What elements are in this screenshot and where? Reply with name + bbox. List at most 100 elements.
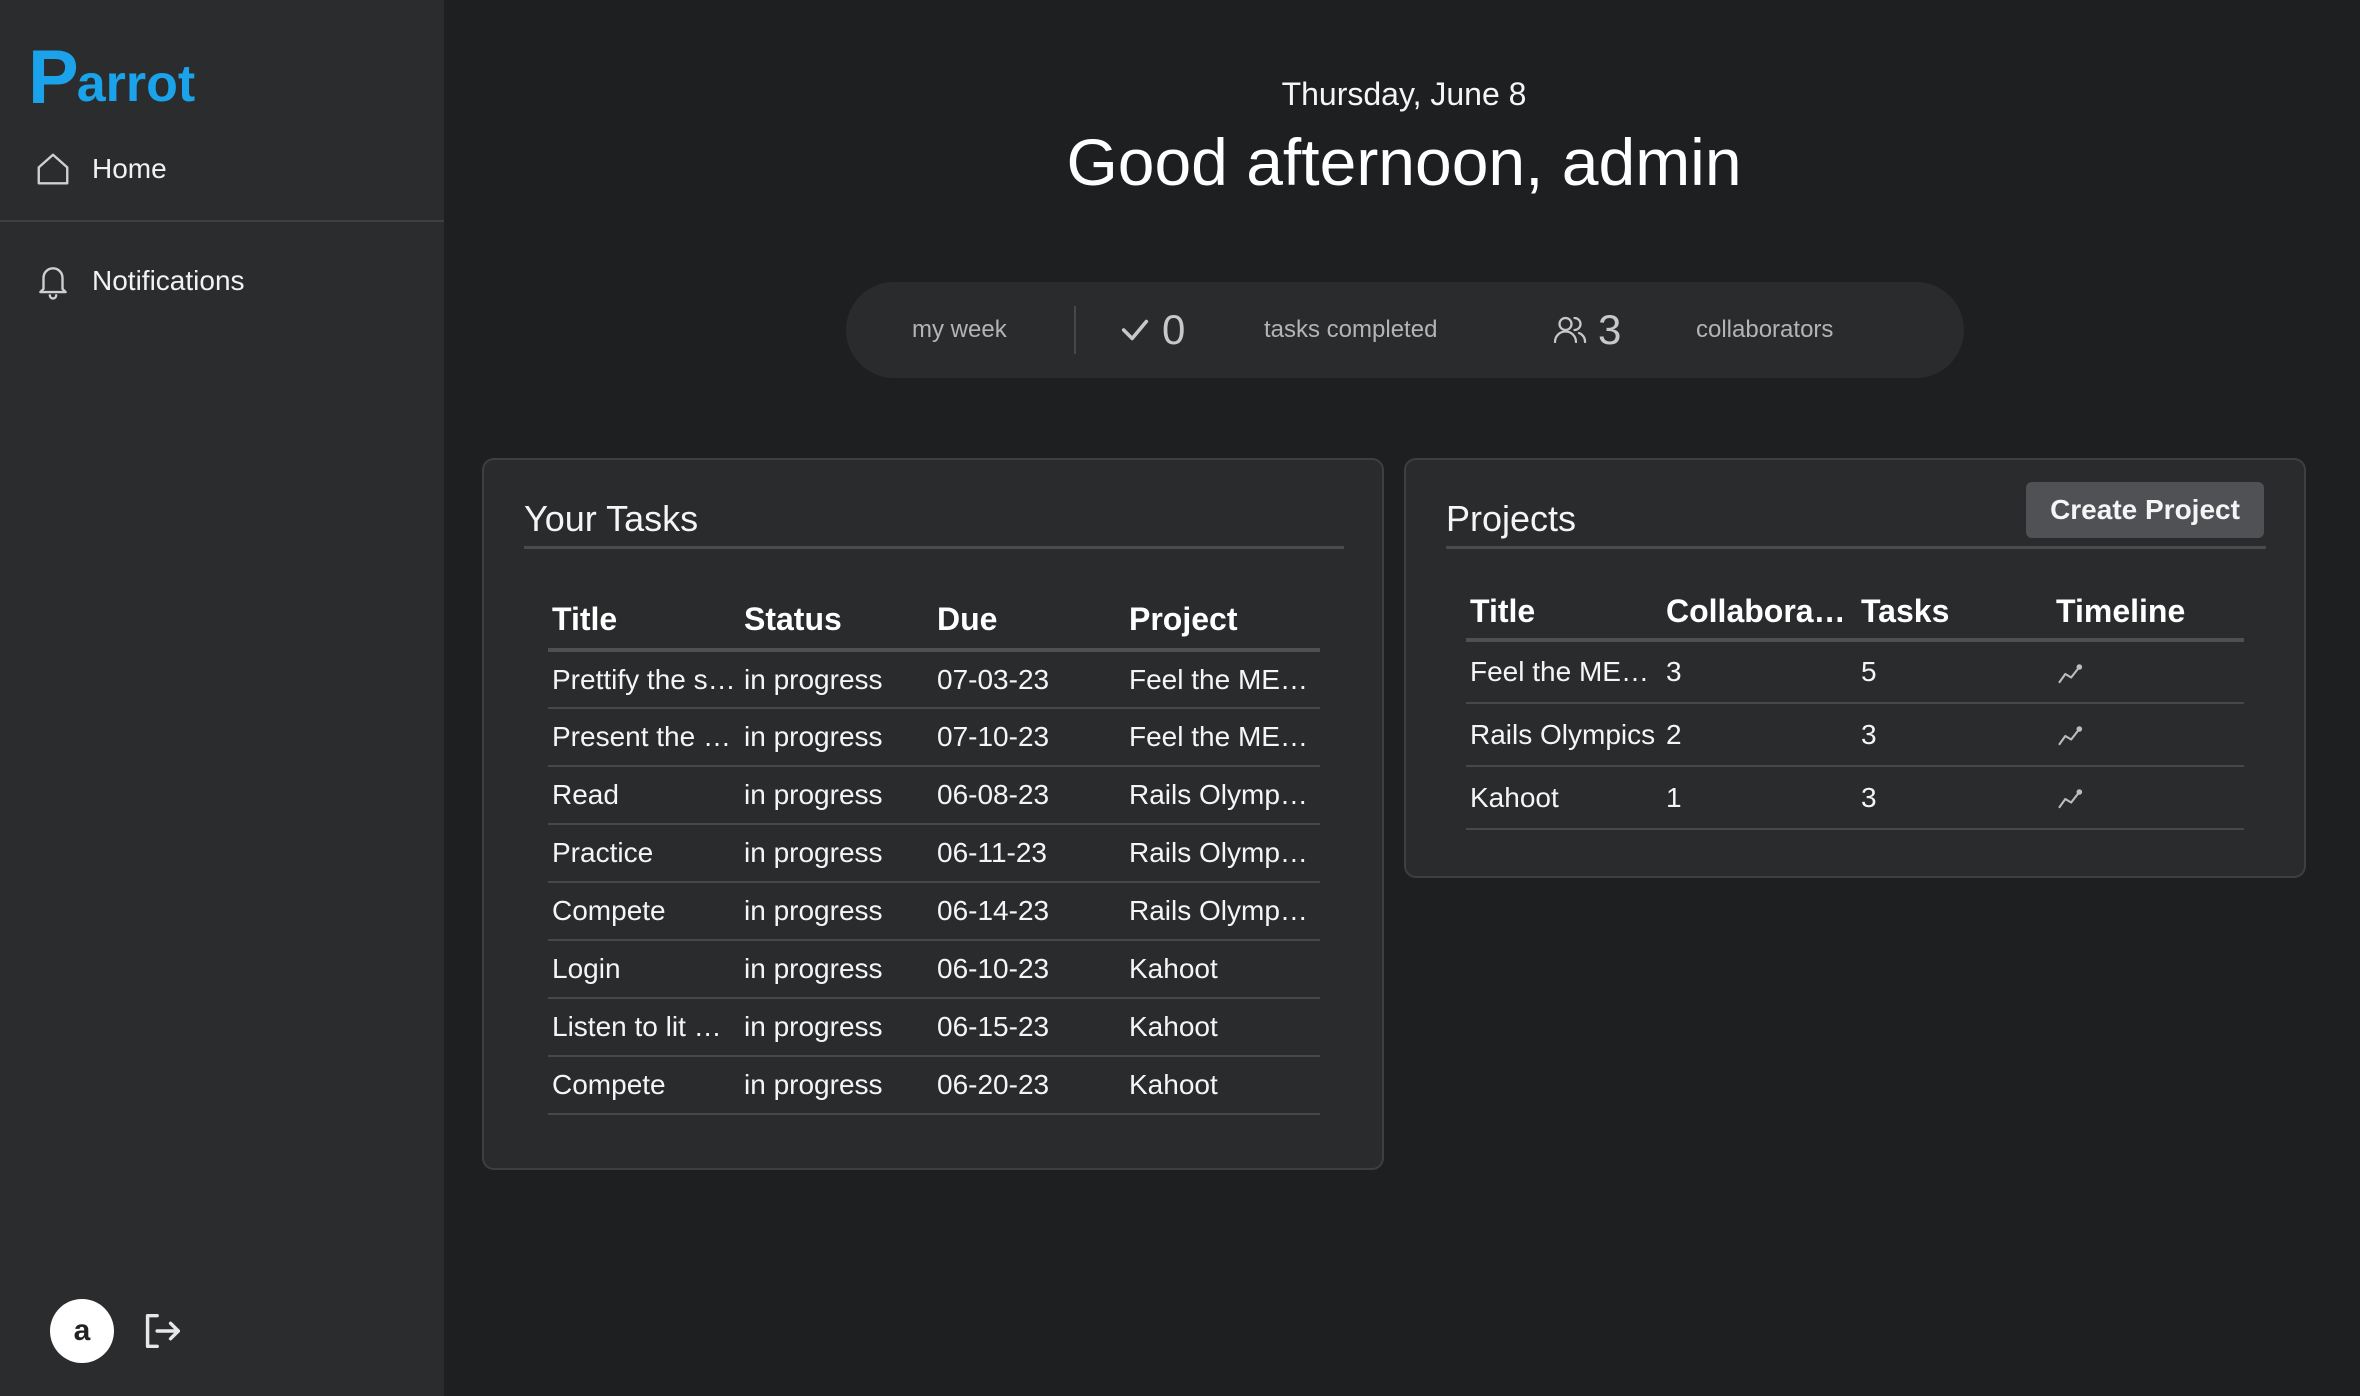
sidebar: Parrot Home Notifications a xyxy=(0,0,444,1396)
task-status: in progress xyxy=(740,940,933,999)
column-header-status[interactable]: Status xyxy=(740,590,933,652)
task-due: 07-10-23 xyxy=(933,708,1125,767)
bell-icon xyxy=(39,267,67,300)
table-row[interactable]: Rails Olympics 2 3 xyxy=(1466,703,2244,767)
task-title: Practice xyxy=(548,824,740,883)
column-header-collaborators[interactable]: Collabora… xyxy=(1662,584,1857,642)
tasks-table: Title Status Due Project Prettify the s…… xyxy=(548,590,1320,1115)
task-status: in progress xyxy=(740,708,933,767)
create-project-button[interactable]: Create Project xyxy=(2026,482,2264,538)
nav-home-label: Home xyxy=(92,153,167,184)
column-header-project[interactable]: Project xyxy=(1125,590,1320,652)
tasks-completed-label: tasks completed xyxy=(1264,316,1438,343)
timeline-chart-icon[interactable] xyxy=(2056,660,2084,688)
table-row[interactable]: Compete in progress 06-20-23 Kahoot xyxy=(548,1056,1320,1115)
task-title: Present the … xyxy=(548,708,740,767)
task-status: in progress xyxy=(740,766,933,825)
column-header-timeline[interactable]: Timeline xyxy=(2052,584,2244,642)
people-icon xyxy=(1553,316,1587,344)
task-due: 06-14-23 xyxy=(933,882,1125,941)
tasks-completed-stat: 0 xyxy=(1118,282,1185,378)
current-date: Thursday, June 8 xyxy=(1281,76,1527,112)
logout-icon[interactable] xyxy=(138,1308,184,1354)
projects-title: Projects xyxy=(1446,498,1577,539)
task-project: Feel the ME… xyxy=(1125,650,1320,709)
table-row[interactable]: Feel the ME… 3 5 xyxy=(1466,640,2244,704)
greeting: Good afternoon, admin xyxy=(1066,125,1742,199)
timeline-chart-icon[interactable] xyxy=(2056,785,2084,813)
project-timeline xyxy=(2052,703,2244,767)
tasks-completed-count: 0 xyxy=(1162,306,1186,353)
task-title: Login xyxy=(548,940,740,999)
column-header-title[interactable]: Title xyxy=(1466,584,1662,642)
timeline-chart-icon[interactable] xyxy=(2056,722,2084,750)
avatar[interactable]: a xyxy=(50,1299,114,1363)
task-due: 06-11-23 xyxy=(933,824,1125,883)
table-row[interactable]: Read in progress 06-08-23 Rails Olymp… xyxy=(548,766,1320,825)
logo-text: arrot xyxy=(76,55,196,113)
task-project: Kahoot xyxy=(1125,940,1320,999)
project-timeline xyxy=(2052,640,2244,704)
table-row[interactable]: Listen to lit … in progress 06-15-23 Kah… xyxy=(548,998,1320,1057)
project-collaborators: 1 xyxy=(1662,766,1857,830)
project-timeline xyxy=(2052,766,2244,830)
your-tasks-title: Your Tasks xyxy=(524,498,699,539)
column-header-due[interactable]: Due xyxy=(933,590,1125,652)
collaborators-stat: 3 xyxy=(1552,282,1621,378)
nav-home[interactable]: Home xyxy=(34,150,167,188)
project-tasks: 3 xyxy=(1857,703,2052,767)
table-row[interactable]: Compete in progress 06-14-23 Rails Olymp… xyxy=(548,882,1320,941)
task-project: Feel the ME… xyxy=(1125,708,1320,767)
project-title: Feel the ME… xyxy=(1466,640,1662,704)
logo-letter-p: P xyxy=(28,35,79,120)
nav-notifications-label: Notifications xyxy=(92,265,245,296)
task-due: 06-10-23 xyxy=(933,940,1125,999)
task-status: in progress xyxy=(740,998,933,1057)
project-collaborators: 3 xyxy=(1662,640,1857,704)
collaborators-label: collaborators xyxy=(1696,316,1834,343)
task-status: in progress xyxy=(740,650,933,709)
project-title: Rails Olympics xyxy=(1466,703,1662,767)
checkmark-icon xyxy=(1121,319,1149,341)
task-project: Kahoot xyxy=(1125,1056,1320,1115)
table-row[interactable]: Kahoot 1 3 xyxy=(1466,766,2244,830)
column-header-tasks[interactable]: Tasks xyxy=(1857,584,2052,642)
task-title: Compete xyxy=(548,1056,740,1115)
home-icon xyxy=(37,153,69,185)
table-row[interactable]: Present the … in progress 07-10-23 Feel … xyxy=(548,708,1320,767)
projects-card: Projects Create Project Title Collabora…… xyxy=(1404,458,2306,878)
project-tasks: 5 xyxy=(1857,640,2052,704)
task-due: 07-03-23 xyxy=(933,650,1125,709)
projects-table: Title Collabora… Tasks Timeline Feel the… xyxy=(1466,584,2244,830)
task-due: 06-15-23 xyxy=(933,998,1125,1057)
projects-header-row: Title Collabora… Tasks Timeline xyxy=(1466,584,2244,642)
table-row[interactable]: Prettify the s… in progress 07-03-23 Fee… xyxy=(548,650,1320,709)
task-project: Kahoot xyxy=(1125,998,1320,1057)
task-project: Rails Olymp… xyxy=(1125,882,1320,941)
table-row[interactable]: Practice in progress 06-11-23 Rails Olym… xyxy=(548,824,1320,883)
project-title: Kahoot xyxy=(1466,766,1662,830)
task-status: in progress xyxy=(740,882,933,941)
project-collaborators: 2 xyxy=(1662,703,1857,767)
task-title: Prettify the s… xyxy=(548,650,740,709)
task-title: Read xyxy=(548,766,740,825)
project-tasks: 3 xyxy=(1857,766,2052,830)
task-title: Compete xyxy=(548,882,740,941)
parrot-logo[interactable]: Parrot xyxy=(28,35,196,120)
table-row[interactable]: Login in progress 06-10-23 Kahoot xyxy=(548,940,1320,999)
task-status: in progress xyxy=(740,824,933,883)
task-due: 06-08-23 xyxy=(933,766,1125,825)
task-status: in progress xyxy=(740,1056,933,1115)
weekly-stats-bar: my week 0 tasks completed 3 collaborator… xyxy=(846,282,1964,378)
collaborators-count: 3 xyxy=(1598,306,1622,353)
task-title: Listen to lit … xyxy=(548,998,740,1057)
stats-period[interactable]: my week xyxy=(912,282,1007,378)
your-tasks-card: Your Tasks Title Status Due Project Pret… xyxy=(482,458,1384,1170)
task-project: Rails Olymp… xyxy=(1125,766,1320,825)
nav-notifications[interactable]: Notifications xyxy=(34,262,245,300)
sidebar-divider xyxy=(0,220,444,222)
task-due: 06-20-23 xyxy=(933,1056,1125,1115)
column-header-title[interactable]: Title xyxy=(548,590,740,652)
stats-divider xyxy=(1074,306,1076,354)
card-title-rule xyxy=(524,546,1344,549)
